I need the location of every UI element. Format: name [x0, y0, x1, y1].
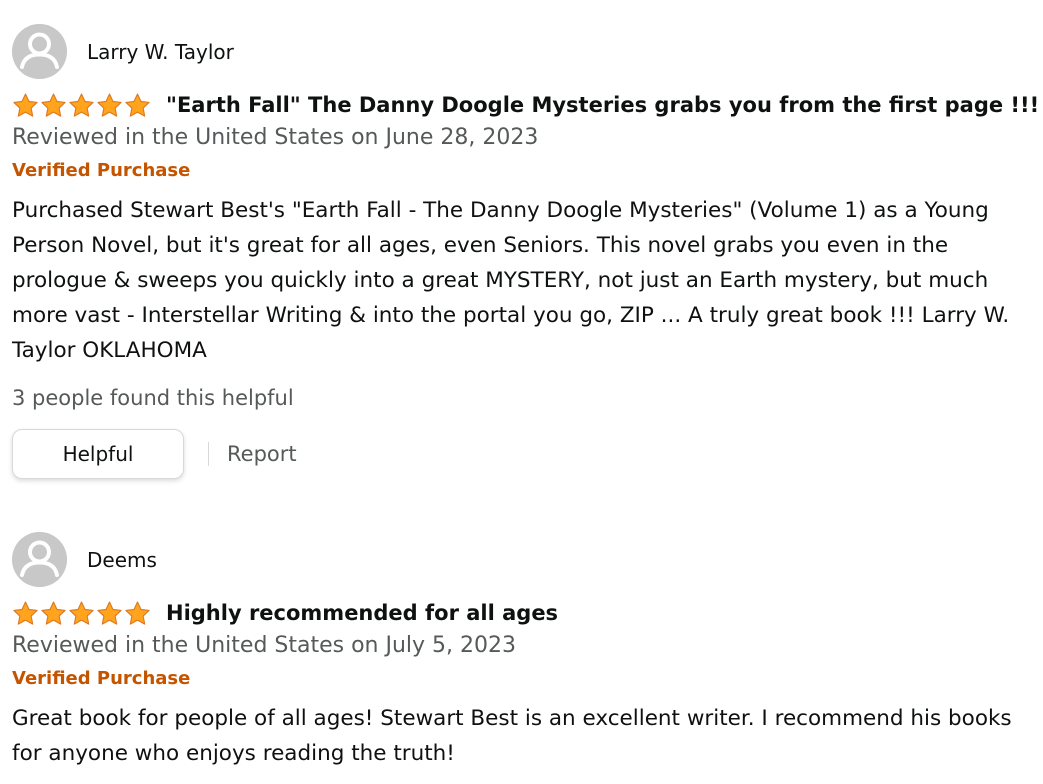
- review-body: Purchased Stewart Best's "Earth Fall - T…: [12, 198, 1010, 363]
- star-icon: [41, 600, 66, 625]
- reviewer-name[interactable]: Deems: [87, 548, 157, 572]
- reviewer-profile[interactable]: Larry W. Taylor: [12, 24, 1037, 79]
- verified-purchase-badge[interactable]: Verified Purchase: [12, 159, 1037, 183]
- star-icon: [125, 600, 150, 625]
- helpful-button[interactable]: Helpful: [12, 429, 184, 479]
- star-icon: [41, 92, 66, 117]
- star-rating[interactable]: [12, 92, 152, 119]
- star-icon: [97, 600, 122, 625]
- default-profile-icon: [12, 532, 67, 587]
- star-icon: [97, 92, 122, 117]
- helpful-count: 3 people found this helpful: [12, 386, 294, 410]
- action-divider: [208, 442, 209, 466]
- review-card: Deems Highly recommended for all ages Re…: [12, 532, 1037, 771]
- star-icon: [69, 92, 94, 117]
- report-link[interactable]: Report: [227, 442, 297, 466]
- star-rating[interactable]: [12, 600, 152, 627]
- verified-purchase-badge[interactable]: Verified Purchase: [12, 667, 1037, 691]
- reviewer-name[interactable]: Larry W. Taylor: [87, 40, 234, 64]
- reviewer-profile[interactable]: Deems: [12, 532, 1037, 587]
- review-card: Larry W. Taylor "Earth Fall" The Danny D…: [12, 24, 1039, 479]
- star-icon: [69, 600, 94, 625]
- default-profile-icon: [12, 24, 67, 79]
- review-title[interactable]: "Earth Fall" The Danny Doogle Mysteries …: [166, 93, 1039, 117]
- star-icon: [13, 600, 38, 625]
- review-title[interactable]: Highly recommended for all ages: [166, 601, 558, 625]
- review-body: Great book for people of all ages! Stewa…: [12, 706, 1012, 766]
- review-date: Reviewed in the United States on June 28…: [12, 125, 539, 150]
- star-icon: [13, 92, 38, 117]
- review-date: Reviewed in the United States on July 5,…: [12, 633, 517, 658]
- star-icon: [125, 92, 150, 117]
